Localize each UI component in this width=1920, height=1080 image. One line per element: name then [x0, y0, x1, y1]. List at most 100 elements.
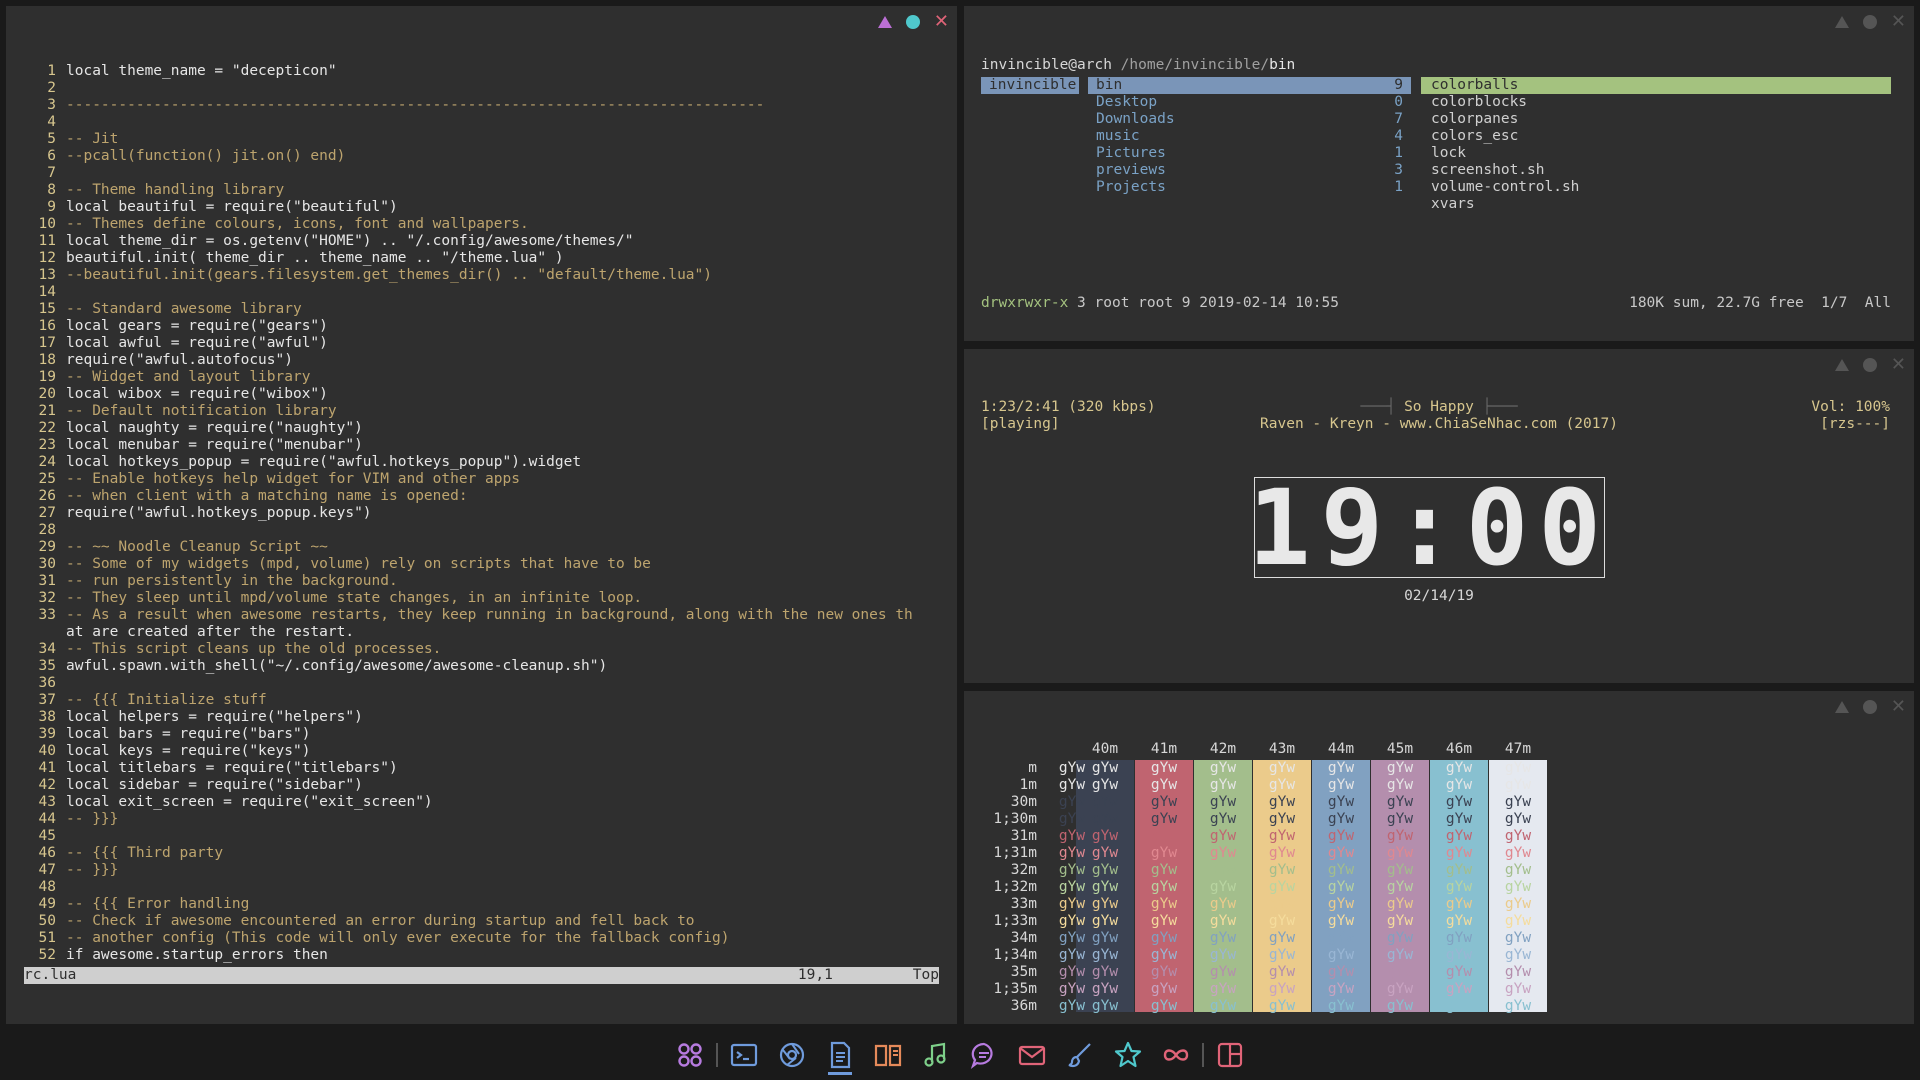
- mail-icon[interactable]: [1008, 1032, 1056, 1078]
- code-line[interactable]: 33 -- As a result when awesome restarts, …: [24, 607, 944, 624]
- code-line[interactable]: 50 -- Check if awesome encountered an err…: [24, 913, 944, 930]
- reader-icon[interactable]: [864, 1032, 912, 1078]
- close-button[interactable]: ✕: [934, 13, 949, 31]
- code-line[interactable]: 34 -- This script cleans up the old proce…: [24, 641, 944, 658]
- minimize-button[interactable]: [1834, 16, 1849, 28]
- code-line[interactable]: 21 -- Default notification library: [24, 403, 944, 420]
- code-line[interactable]: 24 local hotkeys_popup = require("awful.h…: [24, 454, 944, 471]
- code-line[interactable]: 19 -- Widget and layout library: [24, 369, 944, 386]
- code-line[interactable]: 41 local titlebars = require("titlebars"): [24, 760, 944, 777]
- code-line[interactable]: 30 -- Some of my widgets (mpd, volume) re…: [24, 556, 944, 573]
- code-line[interactable]: 7: [24, 165, 944, 182]
- code-line[interactable]: 12 beautiful.init( theme_dir .. theme_nam…: [24, 250, 944, 267]
- fm-dir-item[interactable]: music 4: [1088, 128, 1411, 145]
- layout-icon[interactable]: [1206, 1032, 1254, 1078]
- code-line[interactable]: 49 -- {{{ Error handling: [24, 896, 944, 913]
- music-icon[interactable]: [912, 1032, 960, 1078]
- fm-file-item[interactable]: colorballs: [1421, 77, 1891, 94]
- code-line[interactable]: 20 local wibox = require("wibox"): [24, 386, 944, 403]
- close-button[interactable]: ✕: [1891, 13, 1906, 31]
- file-manager-window[interactable]: ✕ invincible@arch /home/invincible/bin i…: [964, 6, 1914, 341]
- code-line[interactable]: 35 awful.spawn.with_shell("~/.config/awes…: [24, 658, 944, 675]
- code-line[interactable]: 3 ---------------------------------------…: [24, 97, 944, 114]
- code-line[interactable]: 16 local gears = require("gears"): [24, 318, 944, 335]
- code-line[interactable]: 29 -- ~~ Noodle Cleanup Script ~~: [24, 539, 944, 556]
- fm-dir-item[interactable]: Desktop 0: [1088, 94, 1411, 111]
- code-line[interactable]: 11 local theme_dir = os.getenv("HOME") ..…: [24, 233, 944, 250]
- browser-icon[interactable]: [768, 1032, 816, 1078]
- fm-file-item[interactable]: colorblocks: [1421, 94, 1891, 111]
- code-line[interactable]: at are created after the restart.: [24, 624, 944, 641]
- code-line[interactable]: 43 local exit_screen = require("exit_scre…: [24, 794, 944, 811]
- code-line[interactable]: 6 --pcall(function() jit.on() end): [24, 148, 944, 165]
- code-line[interactable]: 42 local sidebar = require("sidebar"): [24, 777, 944, 794]
- editor-window[interactable]: ✕ 1 local theme_name = "decepticon" 2 3 ----…: [6, 6, 957, 1024]
- notes-icon[interactable]: [816, 1032, 864, 1078]
- code-line[interactable]: 45: [24, 828, 944, 845]
- code-line[interactable]: 52 if awesome.startup_errors then: [24, 947, 944, 964]
- fm-file-item[interactable]: colors_esc: [1421, 128, 1891, 145]
- minimize-button[interactable]: [1834, 701, 1849, 713]
- code-line[interactable]: 47 -- }}}: [24, 862, 944, 879]
- fm-dir-item[interactable]: Pictures 1: [1088, 145, 1411, 162]
- code-line[interactable]: 2: [24, 80, 944, 97]
- code-line[interactable]: 9 local beautiful = require("beautiful"): [24, 199, 944, 216]
- fm-file-item[interactable]: colorpanes: [1421, 111, 1891, 128]
- code-line[interactable]: 51 -- another config (This code will only…: [24, 930, 944, 947]
- code-line[interactable]: 32 -- They sleep until mpd/volume state c…: [24, 590, 944, 607]
- code-line[interactable]: 48: [24, 879, 944, 896]
- fm-dir-item[interactable]: previews 3: [1088, 162, 1411, 179]
- code-line[interactable]: 8 -- Theme handling library: [24, 182, 944, 199]
- code-area[interactable]: 1 local theme_name = "decepticon" 2 3 ------…: [24, 63, 944, 964]
- star-icon[interactable]: [1104, 1032, 1152, 1078]
- code-line[interactable]: 17 local awful = require("awful"): [24, 335, 944, 352]
- minimize-button[interactable]: [877, 16, 892, 28]
- code-line[interactable]: 23 local menubar = require("menubar"): [24, 437, 944, 454]
- code-line[interactable]: 37 -- {{{ Initialize stuff: [24, 692, 944, 709]
- code-line[interactable]: 15 -- Standard awesome library: [24, 301, 944, 318]
- fm-dir-item[interactable]: bin 9: [1088, 77, 1411, 94]
- apps-icon[interactable]: [666, 1032, 714, 1078]
- color-sample: gYw: [1445, 964, 1473, 980]
- code-line[interactable]: 14: [24, 284, 944, 301]
- maximize-button[interactable]: [905, 15, 920, 29]
- code-line[interactable]: 38 local helpers = require("helpers"): [24, 709, 944, 726]
- fm-dir-item[interactable]: Projects 1: [1088, 179, 1411, 196]
- code-line[interactable]: 36: [24, 675, 944, 692]
- fm-dir-item[interactable]: Downloads 7: [1088, 111, 1411, 128]
- fm-file-item[interactable]: volume-control.sh: [1421, 179, 1891, 196]
- infinity-icon[interactable]: [1152, 1032, 1200, 1078]
- code-line[interactable]: 1 local theme_name = "decepticon": [24, 63, 944, 80]
- maximize-button[interactable]: [1862, 15, 1877, 29]
- code-line[interactable]: 18 require("awful.autofocus"): [24, 352, 944, 369]
- chat-icon[interactable]: [960, 1032, 1008, 1078]
- minimize-button[interactable]: [1834, 359, 1849, 371]
- fm-file-item[interactable]: screenshot.sh: [1421, 162, 1891, 179]
- code-line[interactable]: 44 -- }}}: [24, 811, 944, 828]
- close-button[interactable]: ✕: [1891, 356, 1906, 374]
- fm-file-item[interactable]: xvars: [1421, 196, 1891, 213]
- color-test-window[interactable]: ✕ 40m 41m 42m 43m 44m 45m 46m 47m m gYw gYw gYw gYw g…: [964, 691, 1914, 1024]
- code-line[interactable]: 13 --beautiful.init(gears.filesystem.get_…: [24, 267, 944, 284]
- line-text: -- Theme handling library: [66, 182, 285, 198]
- terminal-icon[interactable]: [720, 1032, 768, 1078]
- code-line[interactable]: 28: [24, 522, 944, 539]
- code-line[interactable]: 10 -- Themes define colours, icons, font …: [24, 216, 944, 233]
- code-line[interactable]: 46 -- {{{ Third party: [24, 845, 944, 862]
- maximize-button[interactable]: [1862, 358, 1877, 372]
- maximize-button[interactable]: [1862, 700, 1877, 714]
- paint-icon[interactable]: [1056, 1032, 1104, 1078]
- code-line[interactable]: 25 -- Enable hotkeys help widget for VIM …: [24, 471, 944, 488]
- code-line[interactable]: 39 local bars = require("bars"): [24, 726, 944, 743]
- code-line[interactable]: 26 -- when client with a matching name is…: [24, 488, 944, 505]
- code-line[interactable]: 4: [24, 114, 944, 131]
- music-player-window[interactable]: ✕ ───┤ So Happy ├─── Raven - Kreyn - www…: [964, 349, 1914, 683]
- code-line[interactable]: 27 require("awful.hotkeys_popup.keys"): [24, 505, 944, 522]
- code-line[interactable]: 5 -- Jit: [24, 131, 944, 148]
- code-line[interactable]: 31 -- run persistently in the background.: [24, 573, 944, 590]
- code-line[interactable]: 40 local keys = require("keys"): [24, 743, 944, 760]
- fm-file-item[interactable]: lock: [1421, 145, 1891, 162]
- fm-parent-dir[interactable]: invincible: [981, 77, 1079, 94]
- code-line[interactable]: 22 local naughty = require("naughty"): [24, 420, 944, 437]
- close-button[interactable]: ✕: [1891, 698, 1906, 716]
